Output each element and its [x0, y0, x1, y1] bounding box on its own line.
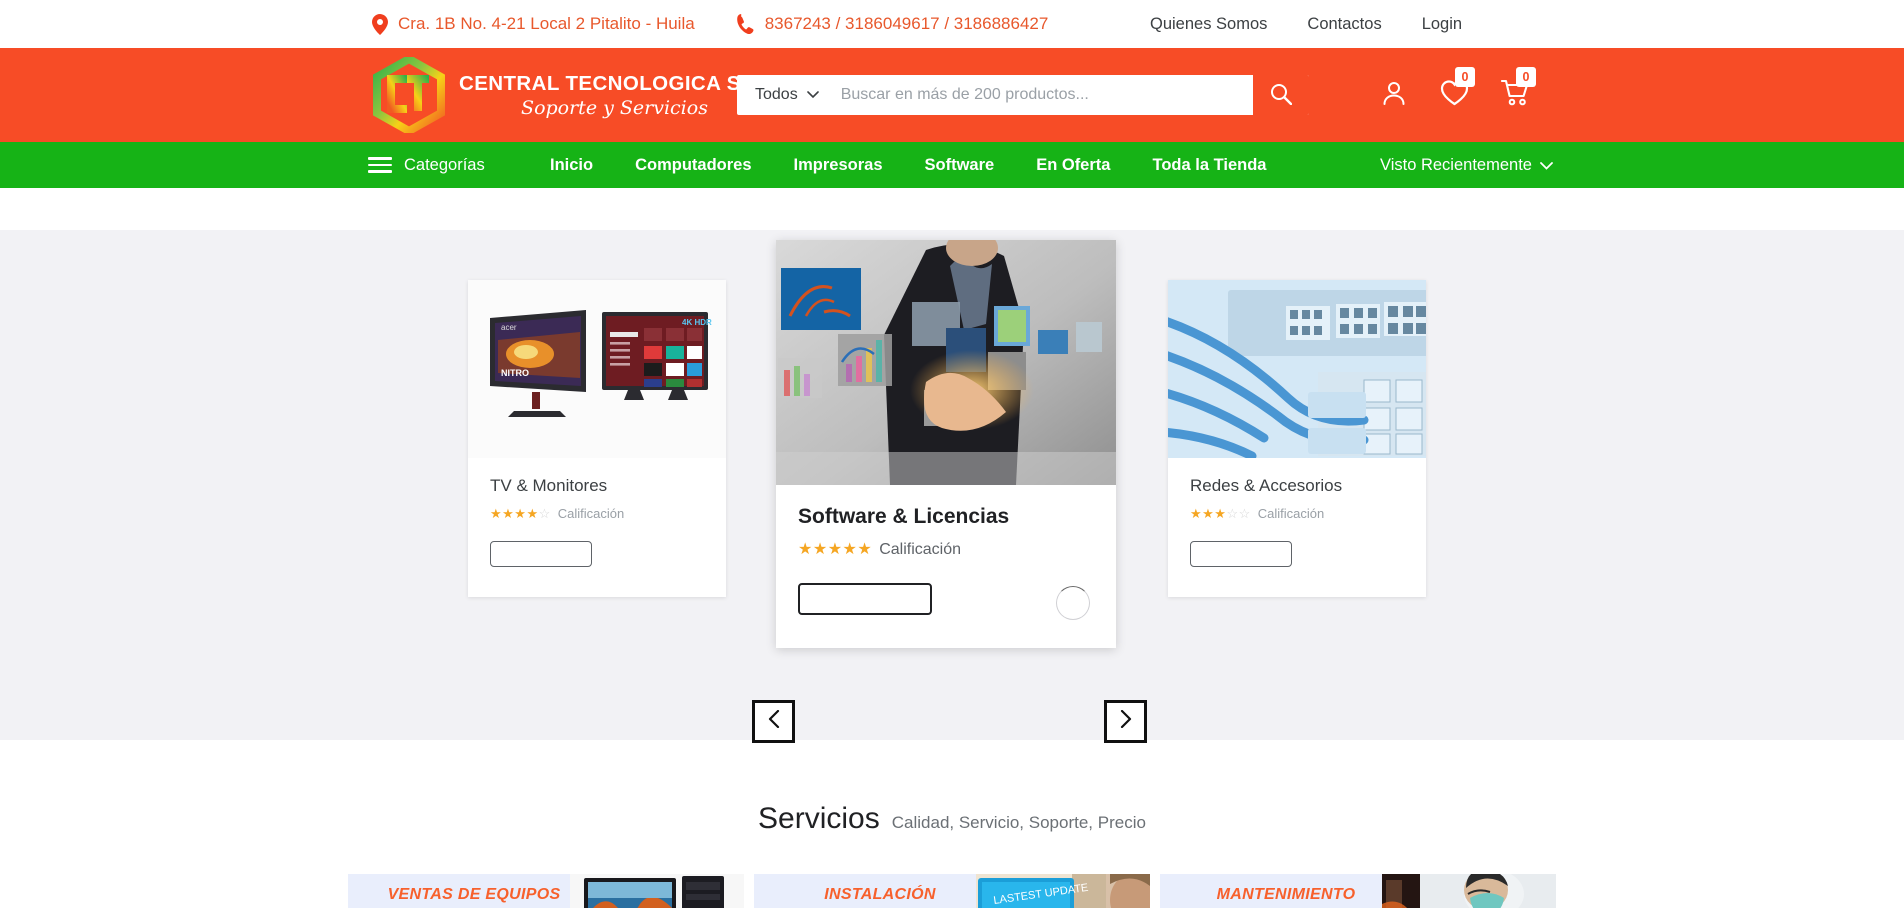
slide-image-tv-monitores: NITRO acer 4K HDR: [468, 280, 726, 458]
loading-spinner-icon: [1056, 586, 1090, 620]
logo-subtitle: Soporte y Servicios: [521, 97, 708, 120]
carousel-slide[interactable]: Redes & Accesorios ★★★☆☆ Calificación: [1168, 280, 1426, 597]
wishlist-button[interactable]: 0: [1440, 67, 1475, 111]
nav-links: Inicio Computadores Impresoras Software …: [550, 156, 1266, 175]
top-utility-bar: Cra. 1B No. 4-21 Local 2 Pitalito - Huil…: [0, 0, 1904, 48]
categories-menu-button[interactable]: Categorías: [368, 156, 485, 175]
star-rating: ★★★★★: [798, 541, 873, 558]
nav-item-toda-la-tienda[interactable]: Toda la Tienda: [1152, 156, 1266, 175]
servicio-image-ventas: [570, 874, 744, 908]
location-pin-icon: [372, 13, 388, 35]
top-nav-links: Quienes Somos Contactos Login: [1150, 15, 1904, 34]
search-submit-button[interactable]: [1253, 75, 1309, 115]
nav-item-computadores[interactable]: Computadores: [635, 156, 751, 175]
categories-label: Categorías: [404, 155, 485, 174]
slide-action-button[interactable]: [798, 583, 932, 615]
carousel-slide-active[interactable]: Software & Licencias ★★★★★ Calificación: [776, 240, 1116, 648]
site-logo[interactable]: CENTRAL TECNOLOGICA SAS Soporte y Servic…: [373, 54, 771, 136]
svg-text:acer: acer: [501, 323, 517, 332]
recently-viewed-dropdown[interactable]: Visto Recientemente: [1380, 156, 1553, 175]
account-button[interactable]: [1380, 79, 1408, 112]
slide-title: Software & Licencias: [798, 505, 1010, 528]
phone-icon: [736, 14, 755, 34]
star-rating: ★★★★☆: [490, 506, 551, 521]
search-category-select[interactable]: Todos: [737, 75, 835, 115]
chevron-down-icon: [1540, 156, 1553, 175]
store-address-text: Cra. 1B No. 4-21 Local 2 Pitalito - Huil…: [398, 14, 695, 33]
servicio-image-mantenimiento: [1382, 874, 1556, 908]
servicio-image-instalacion: LASTEST UPDATE: [976, 874, 1150, 908]
nav-item-impresoras[interactable]: Impresoras: [794, 156, 883, 175]
svg-text:NITRO: NITRO: [501, 368, 529, 378]
servicio-title: VENTAS DE EQUIPOS: [387, 886, 561, 903]
slide-title: Redes & Accesorios: [1190, 476, 1343, 495]
servicios-card-list: VENTAS DE EQUIPOS Computadores: [0, 874, 1904, 908]
slide-rating: ★★★★☆ Calificación: [490, 506, 704, 521]
site-header: CENTRAL TECNOLOGICA SAS Soporte y Servic…: [0, 48, 1904, 142]
main-navigation-bar: Categorías Inicio Computadores Impresora…: [0, 142, 1904, 188]
rating-label: Calificación: [557, 506, 625, 521]
servicios-subtitle: Calidad, Servicio, Soporte, Precio: [891, 813, 1146, 832]
slide-image-software-licencias: [776, 240, 1116, 485]
slide-rating: ★★★☆☆ Calificación: [1190, 506, 1404, 521]
top-link-contactos[interactable]: Contactos: [1307, 15, 1381, 34]
store-phones[interactable]: 8367243 / 3186049617 / 3186886427: [736, 14, 1049, 34]
star-rating: ★★★☆☆: [1190, 506, 1251, 521]
top-link-quienes-somos[interactable]: Quienes Somos: [1150, 15, 1267, 34]
rating-label: Calificación: [1257, 506, 1325, 521]
chevron-right-icon: [1119, 709, 1133, 733]
search-icon: [1270, 83, 1293, 108]
slide-action-button[interactable]: [490, 541, 592, 567]
nav-item-inicio[interactable]: Inicio: [550, 156, 593, 175]
account-icon: [1380, 79, 1408, 112]
hexagon-ct-monogram-icon: [373, 54, 445, 136]
cart-button[interactable]: 0: [1500, 66, 1536, 112]
search-input[interactable]: [834, 75, 1253, 115]
header-icon-group: 0 0: [1380, 66, 1536, 112]
rating-label: Calificación: [879, 541, 962, 558]
carousel-slide[interactable]: NITRO acer 4K HDR TV & Monitores ★★★★☆ C…: [468, 280, 726, 597]
carousel-prev-button[interactable]: [752, 700, 795, 743]
store-address: Cra. 1B No. 4-21 Local 2 Pitalito - Huil…: [372, 13, 695, 35]
hamburger-menu-icon: [368, 157, 392, 173]
servicio-card-ventas[interactable]: VENTAS DE EQUIPOS Computadores: [348, 874, 744, 908]
logo-title: CENTRAL TECNOLOGICA SAS: [459, 71, 771, 95]
slide-image-redes-accesorios: [1168, 280, 1426, 458]
chevron-down-icon: [806, 86, 819, 104]
servicio-card-instalacion[interactable]: INSTALACIÓN Actualización L: [754, 874, 1150, 908]
recently-viewed-label: Visto Recientemente: [1380, 155, 1532, 174]
nav-item-en-oferta[interactable]: En Oferta: [1036, 156, 1110, 175]
search-bar: Todos: [737, 75, 1309, 115]
nav-item-software[interactable]: Software: [925, 156, 995, 175]
wishlist-count-badge: 0: [1455, 67, 1475, 87]
servicio-title: INSTALACIÓN: [824, 886, 936, 903]
category-carousel: NITRO acer 4K HDR TV & Monitores ★★★★☆ C…: [0, 230, 1904, 743]
chevron-left-icon: [767, 709, 781, 733]
servicios-section: Servicios Calidad, Servicio, Soporte, Pr…: [0, 802, 1904, 908]
servicio-card-mantenimiento[interactable]: MANTENIMIENTO Preventivo: [1160, 874, 1556, 908]
cart-count-badge: 0: [1516, 66, 1536, 87]
slide-title: TV & Monitores: [490, 476, 608, 495]
carousel-next-button[interactable]: [1104, 700, 1147, 743]
search-category-value: Todos: [755, 86, 798, 103]
slide-action-button[interactable]: [1190, 541, 1292, 567]
svg-text:4K HDR: 4K HDR: [682, 318, 712, 327]
top-link-login[interactable]: Login: [1422, 15, 1462, 34]
servicios-title: Servicios: [758, 802, 880, 835]
slide-rating: ★★★★★ Calificación: [798, 541, 1094, 559]
store-phones-text: 8367243 / 3186049617 / 3186886427: [764, 14, 1049, 33]
servicios-heading: Servicios Calidad, Servicio, Soporte, Pr…: [758, 802, 1146, 836]
servicio-title: MANTENIMIENTO: [1216, 886, 1356, 903]
